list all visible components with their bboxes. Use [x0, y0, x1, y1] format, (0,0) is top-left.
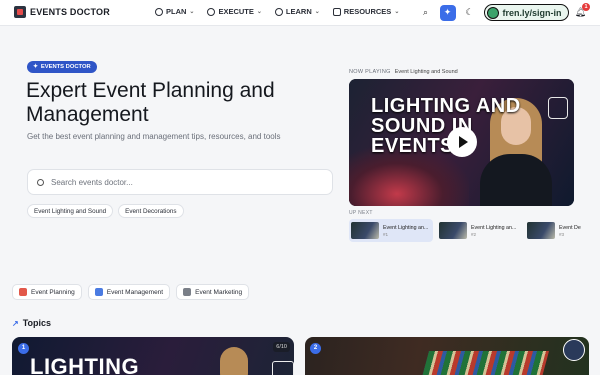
queue-item[interactable]: Event Lighting an... #1	[349, 219, 433, 242]
play-button[interactable]	[447, 127, 477, 157]
video-thumbnail	[527, 222, 555, 239]
chip[interactable]: Event Lighting and Sound	[27, 204, 114, 218]
check-circle-icon	[274, 7, 283, 16]
queue-item[interactable]: Event Lighting an... #2	[437, 219, 521, 242]
search-box[interactable]	[27, 169, 333, 195]
brand-name: EVENTS DOCTOR	[30, 7, 110, 17]
topic-number: 1	[18, 343, 29, 354]
sign-in-button[interactable]: fren.ly/sign-in	[483, 4, 569, 21]
menu-item-label: PLAN	[166, 7, 187, 16]
search-icon	[37, 178, 44, 186]
chip[interactable]: Event Decorations	[118, 204, 184, 218]
avatar	[486, 6, 499, 19]
bell-icon[interactable]: 🔔︎ 1	[575, 3, 590, 18]
sparkle-icon[interactable]: ✦	[439, 4, 456, 21]
up-next-queue: Event Lighting an... #1 Event Lighting a…	[349, 219, 585, 242]
menu-item-label: LEARN	[285, 7, 312, 16]
nav-actions: ⌕ ✦ ☾ fren.ly/sign-in 🔔︎ 1	[418, 3, 590, 21]
chevron-down-icon: ⌄	[314, 9, 320, 15]
calendar-icon	[19, 288, 27, 296]
up-next-label: UP NEXT	[349, 210, 373, 216]
page-title: Expert Event Planning and Management	[26, 79, 275, 126]
hero-tag: ✦ EVENTS DOCTOR	[27, 61, 97, 73]
queue-item-title: Event Lighting an...	[383, 224, 429, 231]
search-input[interactable]	[51, 177, 301, 187]
category-pills: Event Planning Event Management Event Ma…	[12, 284, 250, 300]
queue-item-number: #1	[383, 231, 389, 237]
suggestion-chips: Event Lighting and Sound Event Decoratio…	[27, 204, 184, 218]
video-thumbnail	[351, 222, 379, 239]
megaphone-icon	[183, 288, 192, 296]
menu-item-resources[interactable]: RESOURCES ⌄	[332, 7, 400, 16]
top-nav: EVENTS DOCTOR PLAN ⌄ EXECUTE ⌄ LEARN ⌄ R…	[0, 0, 600, 26]
queue-item-title: Event Lighting an...	[471, 224, 517, 231]
sparkle-icon: ✦	[33, 64, 38, 70]
menu-item-plan[interactable]: PLAN ⌄	[155, 7, 194, 16]
menu-item-learn[interactable]: LEARN ⌄	[274, 7, 320, 16]
chevron-down-icon: ⌄	[256, 9, 262, 15]
now-playing: NOW PLAYING Event Lighting and Sound	[349, 69, 458, 75]
queue-item-title: Event De	[559, 224, 581, 231]
page-subtitle: Get the best event planning and manageme…	[27, 132, 281, 141]
notification-badge: 1	[582, 3, 590, 11]
queue-item-number: #2	[471, 231, 477, 237]
trending-icon: ↗	[12, 318, 19, 328]
main-menu: PLAN ⌄ EXECUTE ⌄ LEARN ⌄ RESOURCES ⌄	[155, 7, 399, 16]
now-playing-label: NOW PLAYING	[349, 69, 391, 75]
brand[interactable]: EVENTS DOCTOR	[14, 6, 110, 18]
brand-logo-icon	[14, 6, 26, 18]
menu-item-label: EXECUTE	[218, 7, 254, 16]
category-label: Event Marketing	[195, 288, 243, 296]
menu-item-label: RESOURCES	[343, 7, 392, 16]
hero-tag-label: EVENTS DOCTOR	[40, 64, 91, 70]
decoration-image	[420, 351, 550, 375]
topic-card[interactable]: 2	[305, 337, 589, 375]
video-count-badge: 6/10	[273, 342, 290, 352]
chevron-down-icon: ⌄	[189, 9, 195, 15]
moon-icon[interactable]: ☾	[462, 5, 478, 21]
now-playing-title: Event Lighting and Sound	[394, 69, 458, 75]
grid-icon	[332, 7, 341, 16]
category-label: Event Planning	[31, 288, 75, 296]
channel-logo-icon	[272, 361, 294, 375]
compass-icon	[155, 7, 163, 16]
category-event-marketing[interactable]: Event Marketing	[176, 284, 250, 300]
presenter	[220, 347, 248, 375]
topic-card-title: LIGHTING	[30, 354, 140, 375]
video-title: LIGHTING AND SOUND IN EVENTS	[371, 95, 521, 157]
queue-item-number: #3	[559, 231, 565, 237]
video-player[interactable]: LIGHTING AND SOUND IN EVENTS	[349, 79, 574, 206]
chevron-down-icon: ⌄	[394, 9, 400, 15]
check-circle-icon	[207, 7, 216, 16]
sign-in-label: fren.ly/sign-in	[502, 7, 562, 18]
category-event-planning[interactable]: Event Planning	[12, 284, 82, 300]
menu-item-execute[interactable]: EXECUTE ⌄	[207, 7, 262, 16]
topics-heading-label: Topics	[22, 318, 52, 328]
channel-logo-icon	[548, 97, 568, 119]
topics-heading: ↗ Topics	[12, 318, 51, 328]
topic-card[interactable]: 1 LIGHTING 6/10	[12, 337, 294, 375]
category-event-management[interactable]: Event Management	[87, 284, 171, 300]
video-thumbnail	[439, 222, 467, 239]
avatar	[563, 339, 585, 361]
topic-number: 2	[310, 343, 321, 354]
chart-icon	[94, 288, 103, 296]
category-label: Event Management	[106, 288, 164, 296]
search-icon[interactable]: ⌕	[418, 5, 434, 21]
queue-item[interactable]: Event De #3	[525, 219, 585, 242]
